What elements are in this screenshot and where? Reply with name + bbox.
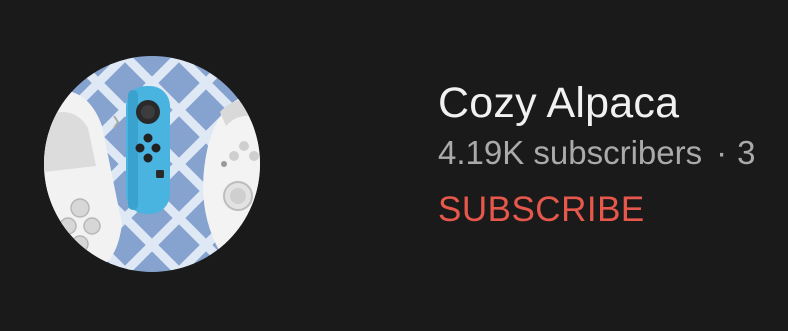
subscribe-button[interactable]: SUBSCRIBE	[438, 188, 645, 232]
channel-meta: 4.19K subscribers · 3	[438, 130, 788, 176]
channel-info: Cozy Alpaca 4.19K subscribers · 3 SUBSCRIB…	[438, 78, 788, 232]
meta-separator: ·	[716, 134, 728, 171]
channel-avatar[interactable]	[44, 56, 260, 272]
subscriber-count: 4.19K subscribers	[438, 134, 703, 171]
game-controllers-photo-icon	[44, 56, 260, 272]
channel-header: Cozy Alpaca 4.19K subscribers · 3 SUBSCRIB…	[0, 0, 788, 331]
truncated-meta: 3	[737, 134, 756, 171]
channel-name[interactable]: Cozy Alpaca	[438, 78, 788, 128]
